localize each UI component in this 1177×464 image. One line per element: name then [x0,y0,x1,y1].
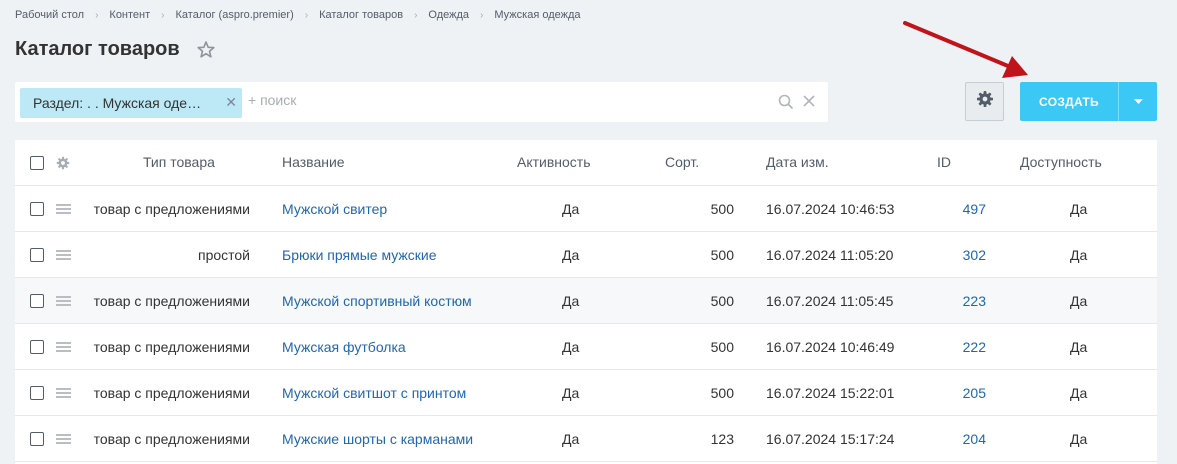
row-checkbox[interactable] [30,432,44,446]
cell-date: 16.07.2024 15:22:01 [766,385,895,401]
row-checkbox[interactable] [30,386,44,400]
cell-sort: 123 [710,431,734,447]
table-row[interactable]: товар с предложениями Мужской спортивный… [15,278,1157,324]
cell-name-link[interactable]: Мужская футболка [282,339,406,355]
column-header-sort[interactable]: Сорт. [665,154,699,170]
table-row[interactable]: товар с предложениями Мужской свитер Да … [15,186,1157,232]
cell-active: Да [562,385,580,401]
table-row[interactable]: товар с предложениями Мужской свитшот с … [15,370,1157,416]
close-icon[interactable] [802,94,816,113]
column-header-id[interactable]: ID [937,154,951,170]
cell-type: товар с предложениями [93,339,250,355]
cell-availability: Да [1070,247,1088,263]
filter-chip-label: Раздел: . . Мужская оде… [33,95,202,111]
column-header-active[interactable]: Активность [517,154,591,170]
page-title: Каталог товаров [15,38,180,60]
cell-date: 16.07.2024 11:05:45 [766,293,894,309]
chevron-right-icon: › [480,9,484,21]
cell-active: Да [562,293,580,309]
chevron-right-icon: › [304,9,309,21]
drag-handle-icon[interactable] [56,342,71,354]
create-button-label: СОЗДАТЬ [1039,94,1099,109]
column-header-availability[interactable]: Доступность [1020,154,1102,170]
column-header-type[interactable]: Тип товара [143,154,215,170]
close-icon[interactable]: ✕ [225,95,237,109]
table-row[interactable]: товар с предложениями Мужская футболка Д… [15,324,1157,370]
drag-handle-icon[interactable] [56,434,71,446]
cell-sort: 500 [710,247,734,263]
cell-id-link[interactable]: 222 [963,339,986,355]
breadcrumb: Рабочий стол › Контент › Каталог (aspro.… [15,9,581,21]
cell-name-link[interactable]: Мужской свитшот с принтом [282,385,466,401]
cell-sort: 500 [710,339,734,355]
gear-icon [976,90,994,113]
cell-name-link[interactable]: Мужские шорты с карманами [282,431,473,447]
column-header-name[interactable]: Название [282,154,345,170]
data-table: Тип товара Название Активность Сорт. Дат… [15,140,1157,464]
chevron-right-icon: › [414,9,418,21]
breadcrumb-item[interactable]: Мужская одежда [494,9,580,21]
cell-sort: 500 [710,293,734,309]
chevron-right-icon: › [161,9,165,21]
cell-active: Да [562,247,580,263]
cell-name-link[interactable]: Брюки прямые мужские [282,247,437,263]
row-checkbox[interactable] [30,202,44,216]
cell-name-link[interactable]: Мужской свитер [282,201,387,217]
cell-id-link[interactable]: 497 [963,201,986,217]
chevron-down-icon[interactable] [1119,98,1157,105]
chevron-right-icon: › [95,9,99,21]
search-input[interactable] [248,92,668,108]
cell-sort: 500 [710,201,734,217]
table-row[interactable]: товар с предложениями Мужские шорты с ка… [15,416,1157,462]
breadcrumb-item[interactable]: Рабочий стол [15,9,84,21]
settings-button[interactable] [965,82,1004,121]
cell-type: товар с предложениями [93,385,250,401]
cell-type: товар с предложениями [93,293,250,309]
cell-date: 16.07.2024 10:46:49 [766,339,895,355]
cell-availability: Да [1070,293,1088,309]
cell-active: Да [562,339,580,355]
breadcrumb-item[interactable]: Контент [109,9,150,21]
table-header-row: Тип товара Название Активность Сорт. Дат… [15,140,1157,186]
cell-availability: Да [1070,339,1088,355]
drag-handle-icon[interactable] [56,296,71,308]
search-icon[interactable] [778,94,794,115]
cell-id-link[interactable]: 223 [963,293,986,309]
row-checkbox[interactable] [30,294,44,308]
filter-bar: Раздел: . . Мужская оде… ✕ [15,82,828,122]
cell-active: Да [562,431,580,447]
drag-handle-icon[interactable] [56,204,71,216]
cell-availability: Да [1070,431,1088,447]
cell-type: товар с предложениями [93,201,250,217]
cell-id-link[interactable]: 204 [963,431,986,447]
cell-date: 16.07.2024 15:17:24 [766,431,895,447]
row-checkbox[interactable] [30,248,44,262]
create-button[interactable]: СОЗДАТЬ [1020,82,1157,121]
select-all-checkbox[interactable] [30,156,44,170]
star-icon[interactable] [196,40,216,60]
gear-icon[interactable] [56,156,70,175]
row-checkbox[interactable] [30,340,44,354]
drag-handle-icon[interactable] [56,250,71,262]
cell-name-link[interactable]: Мужской спортивный костюм [282,293,472,309]
title-row: Каталог товаров [15,38,216,61]
filter-chip[interactable]: Раздел: . . Мужская оде… ✕ [20,88,242,118]
cell-type: товар с предложениями [93,431,250,447]
table-row[interactable]: простой Брюки прямые мужские Да 500 16.0… [15,232,1157,278]
cell-availability: Да [1070,385,1088,401]
cell-id-link[interactable]: 302 [963,247,986,263]
cell-sort: 500 [710,385,734,401]
breadcrumb-item[interactable]: Каталог (aspro.premier) [176,9,294,21]
breadcrumb-item[interactable]: Одежда [428,9,469,21]
cell-active: Да [562,201,580,217]
cell-date: 16.07.2024 10:46:53 [766,201,895,217]
drag-handle-icon[interactable] [56,388,71,400]
cell-availability: Да [1070,201,1088,217]
cell-id-link[interactable]: 205 [963,385,986,401]
column-header-date[interactable]: Дата изм. [766,154,829,170]
breadcrumb-item[interactable]: Каталог товаров [319,9,403,21]
cell-date: 16.07.2024 11:05:20 [766,247,894,263]
cell-type: простой [197,247,250,263]
